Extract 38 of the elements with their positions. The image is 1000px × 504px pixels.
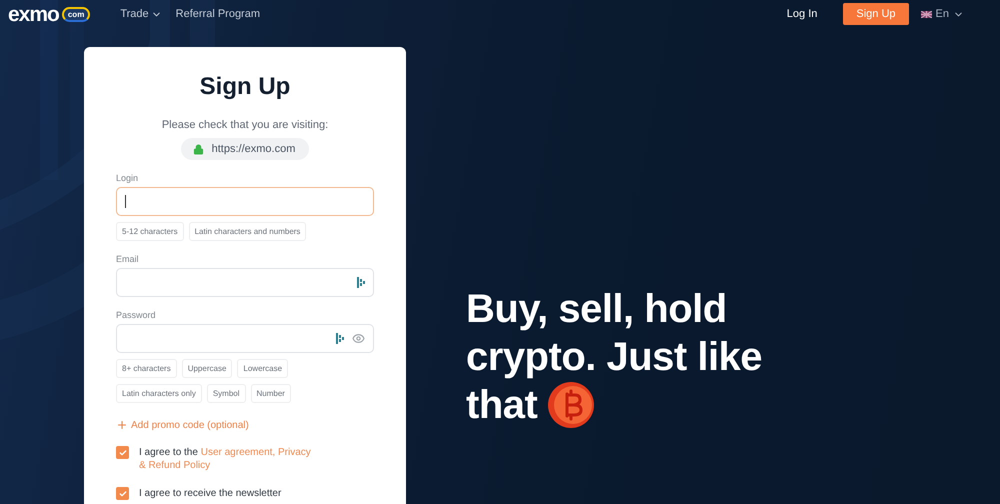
nav-link[interactable]: Trade xyxy=(120,8,162,20)
requirement-tag: Uppercase xyxy=(182,359,232,378)
plus-icon xyxy=(116,419,128,431)
language-selector[interactable]: En xyxy=(920,8,964,20)
requirement-tag: Latin characters and numbers xyxy=(188,222,306,241)
agreement-text: I agree to the User agreement, Privacy & Refund Policy xyxy=(139,446,312,472)
requirement-tag: Latin characters only xyxy=(116,384,202,403)
input-field[interactable] xyxy=(116,324,374,353)
requirement-tag: 5-12 characters xyxy=(116,222,184,241)
checkbox[interactable] xyxy=(116,446,129,459)
eye-icon[interactable] xyxy=(352,332,365,345)
agreement-text: I agree to receive the newsletter xyxy=(139,487,282,500)
input-field[interactable] xyxy=(116,187,374,216)
check-icon xyxy=(118,448,126,456)
field-label: Password xyxy=(116,310,157,320)
exmo-logo[interactable]: exmo com xyxy=(8,4,90,24)
notice-text: Please check that you are visiting: xyxy=(160,119,330,131)
requirement-tag: 8+ characters xyxy=(116,359,177,378)
bitcoin-coin-icon xyxy=(547,381,596,429)
hero-heading: crypto. Just like xyxy=(466,334,762,381)
requirement-tag: Lowercase xyxy=(237,359,288,378)
flag-icon xyxy=(920,10,932,18)
check-icon xyxy=(118,490,126,498)
checkbox[interactable] xyxy=(116,487,129,500)
password-manager-icon[interactable] xyxy=(357,277,365,288)
password-manager-icon[interactable] xyxy=(336,333,344,344)
url-pill: https://exmo.com xyxy=(180,138,310,160)
lock-icon xyxy=(192,144,204,154)
field-label: Login xyxy=(116,173,140,183)
input-field[interactable] xyxy=(116,268,374,297)
requirement-tag: Symbol xyxy=(206,384,246,403)
hero-heading: that xyxy=(466,382,538,429)
log-in-link[interactable]: Log In xyxy=(786,8,818,20)
form-title: Sign Up xyxy=(198,73,292,101)
requirement-tag: Number xyxy=(250,384,291,403)
nav-link[interactable]: Referral Program xyxy=(176,8,260,20)
field-label: Email xyxy=(116,254,140,264)
hero-heading: Buy, sell, hold xyxy=(466,286,727,333)
